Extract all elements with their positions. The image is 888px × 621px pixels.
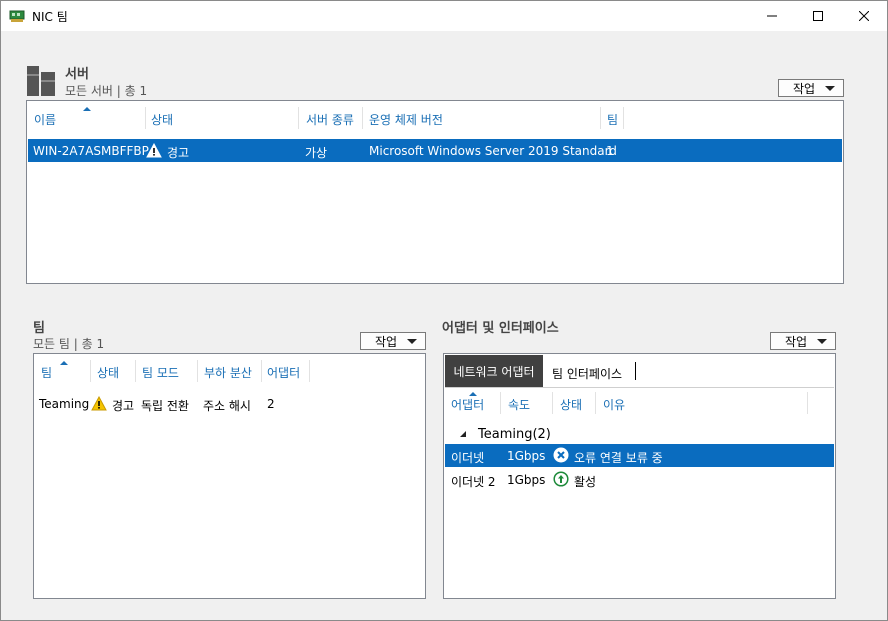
col-header-server-type[interactable]: 서버 종류: [306, 111, 354, 128]
adapter-name: 이더넷 2: [451, 475, 496, 489]
server-icon: [27, 66, 55, 96]
table-row[interactable]: Teaming 경고 독립 전환 주소 해시 2: [35, 392, 424, 415]
close-button[interactable]: [841, 1, 887, 31]
col-header-adapters[interactable]: 어댑터: [267, 364, 300, 381]
col-header-speed[interactable]: 속도: [508, 396, 530, 413]
adapter-speed: 1Gbps: [507, 473, 546, 487]
chevron-down-icon: [825, 86, 835, 91]
col-header-adapter[interactable]: 어댑터: [451, 396, 484, 413]
adapters-list[interactable]: 네트워크 어댑터 팀 인터페이스 어댑터 속도 상태 이유 Teaming(2)…: [443, 353, 836, 599]
adapter-status: 오류 연결 보류 중: [574, 451, 663, 465]
col-header-adapter-status[interactable]: 상태: [560, 396, 582, 413]
error-icon: [553, 447, 569, 463]
table-row[interactable]: WIN-2A7ASMBFFBP 경고 가상 Microsoft Windows …: [28, 139, 842, 162]
teams-task-label: 작업: [375, 334, 398, 349]
server-status: 경고: [167, 146, 190, 160]
column-divider: [600, 107, 601, 129]
column-divider: [135, 360, 136, 382]
col-header-team-mode[interactable]: 팀 모드: [142, 364, 179, 381]
column-divider: [623, 107, 624, 129]
col-header-team-status[interactable]: 상태: [97, 364, 119, 381]
teams-subtitle: 모든 팀 | 총 1: [33, 337, 105, 351]
group-header[interactable]: Teaming(2): [445, 423, 834, 445]
minimize-icon: [767, 15, 777, 17]
column-divider: [309, 360, 310, 382]
teams-title: 팀: [33, 321, 45, 336]
adapters-task-label: 작업: [785, 334, 808, 349]
adapters-title: 어댑터 및 인터페이스: [442, 321, 559, 336]
group-label: Teaming(2): [478, 427, 551, 442]
team-status: 경고: [112, 399, 135, 413]
servers-task-button[interactable]: 작업: [778, 79, 844, 97]
chevron-down-icon: [817, 339, 827, 344]
tab-divider: [635, 362, 636, 380]
warning-icon: [146, 143, 162, 158]
column-divider: [807, 392, 808, 414]
col-header-load-balancing[interactable]: 부하 분산: [204, 364, 252, 381]
active-up-arrow-icon: [553, 471, 569, 487]
servers-list[interactable]: 이름 상태 서버 종류 운영 체제 버전 팀 WIN-2A7ASMBFFBP 경…: [26, 100, 844, 284]
chevron-down-icon: [407, 339, 417, 344]
column-divider: [145, 107, 146, 129]
nic-teaming-window: NIC 팀 서버 모든 서버 | 총 1 작업 이름 상태 서버 종류 운영 체…: [0, 0, 888, 621]
column-divider: [552, 392, 553, 414]
col-header-reason[interactable]: 이유: [603, 396, 625, 413]
minimize-button[interactable]: [749, 1, 795, 31]
tab-network-adapters[interactable]: 네트워크 어댑터: [445, 355, 543, 387]
adapter-status: 활성: [574, 475, 597, 489]
table-row[interactable]: 이더넷 2 1Gbps 활성: [445, 468, 834, 491]
column-divider: [197, 360, 198, 382]
servers-task-label: 작업: [793, 81, 816, 96]
teams-task-button[interactable]: 작업: [360, 332, 426, 350]
window-title: NIC 팀: [32, 10, 68, 24]
col-header-name[interactable]: 이름: [34, 111, 56, 128]
team-adapters: 2: [267, 397, 275, 411]
maximize-button[interactable]: [795, 1, 841, 31]
server-teams: 1: [606, 144, 614, 158]
title-bar: NIC 팀: [1, 1, 887, 31]
column-divider: [298, 107, 299, 129]
close-icon: [859, 11, 869, 21]
col-header-teams[interactable]: 팀: [607, 111, 618, 128]
network-adapter-icon: [9, 10, 25, 22]
col-header-team[interactable]: 팀: [41, 364, 52, 381]
maximize-icon: [813, 11, 823, 21]
servers-subtitle: 모든 서버 | 총 1: [65, 84, 148, 98]
collapse-triangle-icon[interactable]: [459, 430, 467, 438]
adapter-speed: 1Gbps: [507, 449, 546, 463]
column-divider: [500, 392, 501, 414]
column-divider: [595, 392, 596, 414]
servers-title: 서버: [65, 67, 89, 82]
adapter-name: 이더넷: [451, 451, 485, 465]
team-mode: 독립 전환: [141, 399, 189, 413]
warning-icon: [91, 396, 107, 411]
table-row[interactable]: 이더넷 1Gbps 오류 연결 보류 중: [445, 444, 834, 467]
column-divider: [261, 360, 262, 382]
tab-team-interfaces[interactable]: 팀 인터페이스: [552, 365, 622, 382]
tab-network-adapters-label: 네트워크 어댑터: [453, 364, 535, 379]
adapters-task-button[interactable]: 작업: [770, 332, 836, 350]
team-balancing: 주소 해시: [203, 399, 251, 413]
team-name: Teaming: [39, 397, 90, 411]
column-divider: [90, 360, 91, 382]
tab-underline: [445, 387, 834, 388]
col-header-status[interactable]: 상태: [151, 111, 173, 128]
column-divider: [362, 107, 363, 129]
col-header-os-version[interactable]: 운영 체제 버전: [369, 111, 443, 128]
server-name: WIN-2A7ASMBFFBP: [33, 144, 149, 158]
teams-list[interactable]: 팀 상태 팀 모드 부하 분산 어댑터 Teaming 경고 독립 전환 주소 …: [33, 353, 426, 599]
server-os: Microsoft Windows Server 2019 Standard: [369, 144, 617, 158]
sort-ascending-icon: [83, 107, 91, 111]
server-type: 가상: [305, 146, 328, 160]
sort-ascending-icon: [60, 361, 68, 365]
